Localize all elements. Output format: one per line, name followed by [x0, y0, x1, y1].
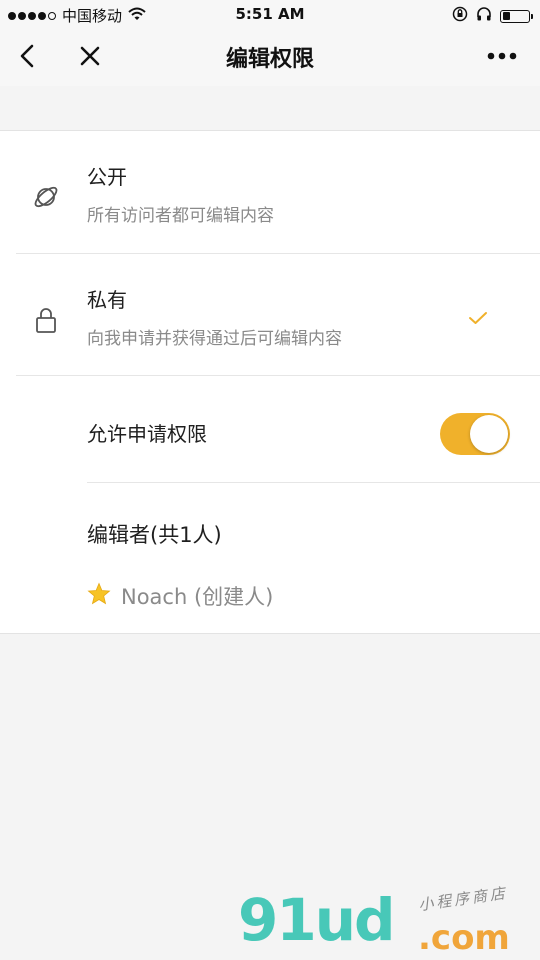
watermark-brand: 91ud: [238, 886, 396, 954]
more-icon: [487, 52, 517, 60]
allow-request-label: 允许申请权限: [87, 422, 207, 446]
headphones-icon: [476, 6, 492, 26]
editors-header: 编辑者(共1人): [87, 523, 222, 547]
watermark-logo: 91ud 小程序商店 .com: [238, 884, 528, 958]
option-public[interactable]: 公开 所有访问者都可编辑内容: [0, 131, 540, 253]
option-private-subtitle: 向我申请并获得通过后可编辑内容: [87, 329, 342, 349]
editor-item: Noach (创建人): [87, 581, 273, 611]
option-public-title: 公开: [87, 165, 127, 189]
option-private-title: 私有: [87, 288, 127, 312]
option-private[interactable]: 私有 向我申请并获得通过后可编辑内容: [0, 254, 540, 375]
allow-request-row: 允许申请权限: [0, 376, 540, 482]
option-public-subtitle: 所有访问者都可编辑内容: [87, 206, 274, 226]
public-orbit-icon: [32, 183, 60, 211]
star-icon: [87, 581, 111, 611]
editor-name: Noach (创建人): [121, 585, 274, 609]
navigation-bar: 编辑权限: [0, 28, 540, 86]
permission-panel: 公开 所有访问者都可编辑内容 私有 向我申请并获得通过后可编辑内容 允许申请权限…: [0, 130, 540, 634]
watermark-tagline: 小程序商店: [417, 883, 509, 915]
status-bar: 中国移动 5:51 AM: [0, 0, 540, 28]
lock-icon: [32, 306, 60, 334]
orientation-lock-icon: [452, 6, 468, 26]
page-title: 编辑权限: [225, 47, 314, 72]
watermark-domain: .com: [418, 918, 510, 958]
allow-request-toggle[interactable]: [440, 413, 510, 455]
status-right: [452, 6, 533, 26]
toggle-knob: [470, 415, 508, 453]
editors-section: 编辑者(共1人) Noach (创建人): [0, 483, 540, 635]
battery-icon: [500, 9, 533, 23]
checkmark-icon: [468, 310, 488, 330]
more-button[interactable]: [484, 38, 520, 74]
